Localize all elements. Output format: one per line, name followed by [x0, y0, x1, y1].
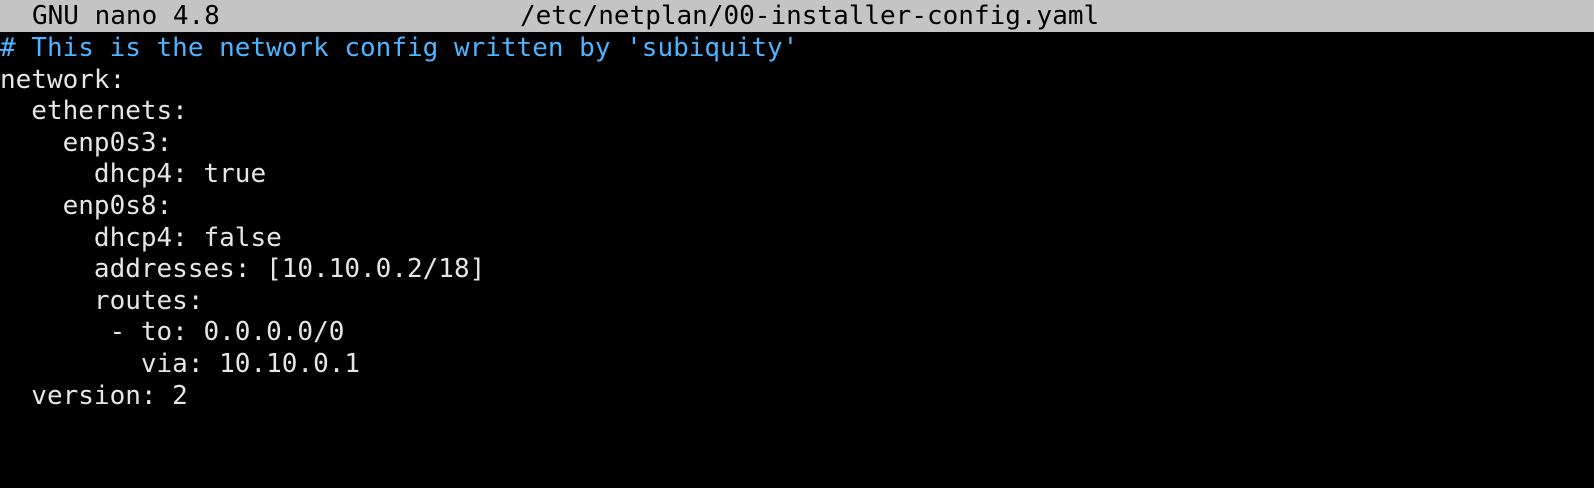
editor-line[interactable]: # This is the network config written by …: [0, 33, 1594, 65]
app-name: GNU nano 4.8: [32, 1, 220, 31]
editor-line[interactable]: dhcp4: false: [0, 223, 1594, 255]
editor-line[interactable]: routes:: [0, 286, 1594, 318]
editor-line[interactable]: enp0s3:: [0, 128, 1594, 160]
editor-line[interactable]: enp0s8:: [0, 191, 1594, 223]
editor-line[interactable]: network:: [0, 65, 1594, 97]
editor-line[interactable]: via: 10.10.0.1: [0, 349, 1594, 381]
nano-title-bar: GNU nano 4.8 /etc/netplan/00-installer-c…: [0, 0, 1594, 32]
editor-line[interactable]: version: 2: [0, 381, 1594, 413]
editor-line[interactable]: addresses: [10.10.0.2/18]: [0, 254, 1594, 286]
file-path: /etc/netplan/00-installer-config.yaml: [520, 1, 1100, 31]
editor-line[interactable]: - to: 0.0.0.0/0: [0, 317, 1594, 349]
editor-line[interactable]: dhcp4: true: [0, 159, 1594, 191]
editor-text-area[interactable]: # This is the network config written by …: [0, 33, 1594, 488]
editor-line[interactable]: ethernets:: [0, 96, 1594, 128]
